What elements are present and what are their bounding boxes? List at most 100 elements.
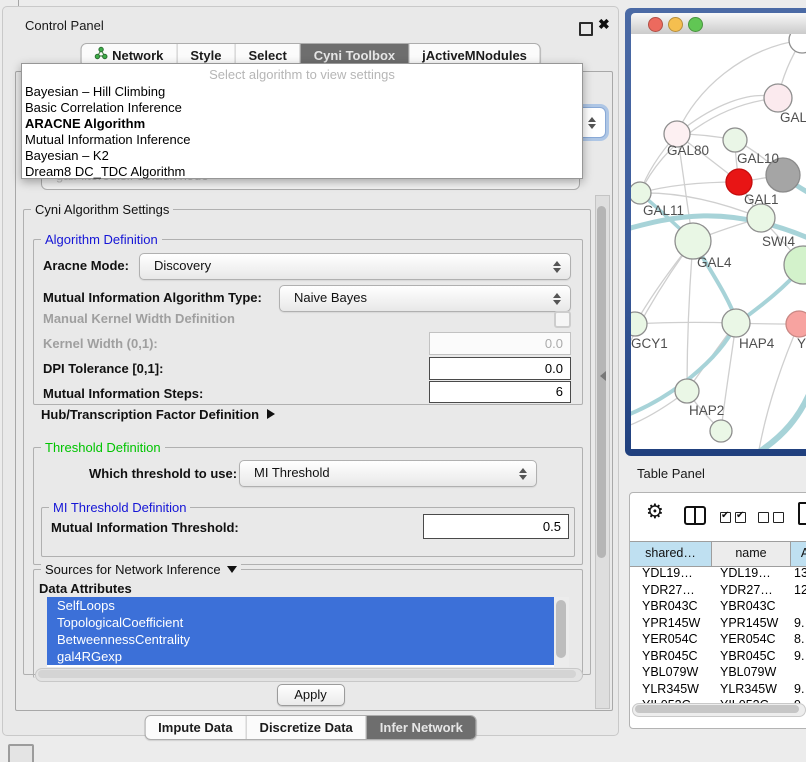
which-threshold-combo[interactable]: MI Threshold [239, 460, 537, 487]
algorithm-option[interactable]: Basic Correlation Inference [25, 100, 182, 116]
network-node-HAP2[interactable] [675, 379, 699, 403]
column-header-1[interactable]: shared… [630, 542, 712, 566]
table-panel-title: Table Panel [637, 466, 705, 481]
network-window-titlebar[interactable] [631, 13, 806, 35]
network-canvas[interactable]: GALGAL80GAL10GAL1GAL11SWI4GAL4GCY1HAP4YH… [631, 34, 806, 449]
minimize-traffic-light-icon[interactable] [668, 17, 683, 32]
algorithm-option[interactable]: Dream8 DC_TDC Algorithm [25, 164, 185, 180]
network-node-GAL4[interactable] [675, 223, 711, 259]
algorithm-option[interactable]: Bayesian – K2 [25, 148, 109, 164]
node-label-GCY1: GCY1 [631, 336, 668, 351]
table-row[interactable]: YER054CYER054C8. [630, 631, 806, 648]
table-cell: YPR145W [630, 615, 712, 632]
settings-vscrollbar[interactable] [595, 195, 610, 709]
network-node-salmon-node[interactable] [786, 311, 806, 337]
table-row[interactable]: YLR345WYLR345W9. [630, 681, 806, 698]
table-cell: 9. [791, 615, 806, 632]
gear-icon[interactable]: ⚙ [646, 499, 664, 523]
network-node-node-top[interactable] [789, 34, 806, 53]
scrollbar-thumb[interactable] [597, 206, 606, 558]
node-label-salmon-node: Y [797, 336, 806, 351]
data-attribute-item[interactable]: BetweennessCentrality [47, 631, 569, 648]
data-attributes-list[interactable]: SelfLoopsTopologicalCoefficientBetweenne… [47, 597, 569, 667]
scrollbar-thumb[interactable] [556, 600, 566, 658]
algorithm-option[interactable]: ARACNE Algorithm [25, 116, 145, 132]
dpi-tolerance-field[interactable]: 0.0 [429, 357, 571, 380]
apply-button[interactable]: Apply [277, 684, 345, 706]
table-cell: YDL19… [712, 565, 791, 582]
unchecked-checkboxes-icon[interactable] [758, 510, 788, 528]
tab-impute-data[interactable]: Impute Data [145, 716, 245, 739]
network-edge[interactable] [687, 241, 693, 391]
mi-threshold-label: Mutual Information Threshold: [51, 520, 239, 535]
data-attribute-item[interactable]: SelfLoops [47, 597, 569, 614]
column-header-2[interactable]: name [712, 542, 791, 566]
control-panel-window: Control Panel ✖ NetworkStyleSelectCyni T… [2, 6, 619, 736]
zoom-traffic-light-icon[interactable] [688, 17, 703, 32]
floating-panel-icon[interactable] [8, 744, 34, 762]
table-cell: YBR043C [712, 598, 791, 615]
network-edge[interactable] [677, 96, 778, 134]
group-title: MI Threshold Definition [49, 500, 190, 515]
network-node-gal-partial[interactable] [764, 84, 792, 112]
table-row[interactable]: YBL079WYBL079W [630, 664, 806, 681]
mi-type-combo[interactable]: Naive Bayes [279, 285, 571, 312]
algorithm-option[interactable]: Mutual Information Inference [25, 132, 190, 148]
table-cell: YPR145W [712, 615, 791, 632]
kernel-width-value: 0.0 [430, 333, 570, 354]
table-row[interactable]: YPR145WYPR145W9. [630, 615, 806, 632]
node-label-GAL80: GAL80 [667, 143, 709, 158]
hub-section-toggle[interactable]: Hub/Transcription Factor Definition [41, 407, 275, 422]
network-node-GAL11[interactable] [631, 182, 651, 204]
split-pane-collapse-arrow[interactable] [600, 371, 606, 381]
table-row[interactable]: YBR045CYBR045C9. [630, 648, 806, 665]
network-view-window: GALGAL80GAL10GAL1GAL11SWI4GAL4GCY1HAP4YH… [625, 8, 806, 456]
mi-threshold-field[interactable]: 0.5 [423, 514, 569, 539]
table-cell [791, 598, 806, 615]
table-cell: YDL19… [630, 565, 712, 582]
network-graph: GALGAL80GAL10GAL1GAL11SWI4GAL4GCY1HAP4YH… [631, 34, 806, 449]
column-header-3[interactable]: A [791, 542, 806, 566]
data-attribute-item[interactable]: gal4RGexp [47, 648, 569, 665]
manual-kernel-checkbox[interactable] [554, 311, 571, 328]
tab-discretize-data[interactable]: Discretize Data [246, 716, 366, 739]
table-row[interactable]: YBR043CYBR043C [630, 598, 806, 615]
aracne-mode-combo[interactable]: Discovery [139, 253, 571, 280]
table-cell: YER054C [712, 631, 791, 648]
close-icon[interactable]: ✖ [598, 16, 610, 33]
close-traffic-light-icon[interactable] [648, 17, 663, 32]
network-node-GAL1[interactable] [747, 204, 775, 232]
network-node-node-bottom[interactable] [710, 420, 732, 442]
kernel-width-field[interactable]: 0.0 [429, 332, 571, 355]
scrollbar-thumb[interactable] [38, 670, 576, 678]
group-title: Threshold Definition [41, 440, 165, 455]
network-edge[interactable] [640, 182, 739, 193]
network-edge[interactable] [635, 322, 736, 324]
node-label-GAL4: GAL4 [697, 255, 732, 270]
algorithm-option[interactable]: Bayesian – Hill Climbing [25, 84, 165, 100]
table-cell: YBR043C [630, 598, 712, 615]
checked-checkboxes-icon[interactable] [720, 510, 750, 528]
table-cell: YLR345W [630, 681, 712, 698]
tab-infer-network[interactable]: Infer Network [366, 716, 476, 739]
list-scrollbar[interactable] [554, 597, 569, 667]
document-icon[interactable] [798, 502, 806, 525]
mi-steps-field[interactable]: 6 [429, 381, 571, 403]
network-node-HAP4[interactable] [722, 309, 750, 337]
sources-hscrollbar[interactable] [35, 668, 583, 682]
table-hscrollbar[interactable] [632, 703, 806, 717]
data-attribute-item[interactable]: TopologicalCoefficient [47, 614, 569, 631]
table-row[interactable]: YDL19…YDL19…13 [630, 565, 806, 582]
table-row[interactable]: YDR27…YDR27…12 [630, 582, 806, 599]
network-node-SWI4[interactable] [784, 246, 806, 284]
network-node-GAL10[interactable] [723, 128, 747, 152]
float-icon[interactable] [579, 22, 593, 36]
scrollbar-thumb[interactable] [635, 705, 799, 713]
cyni-bottom-tabbar: Impute DataDiscretize DataInfer Network [144, 715, 477, 740]
split-columns-icon[interactable] [684, 506, 706, 525]
node-label-HAP4: HAP4 [739, 336, 775, 351]
algorithm-popup-hint: Select algorithm to view settings [22, 67, 582, 82]
mi-steps-label: Mutual Information Steps: [43, 386, 203, 401]
table-cell: 8. [791, 631, 806, 648]
sources-group-toggle[interactable]: Sources for Network Inference [41, 562, 241, 577]
